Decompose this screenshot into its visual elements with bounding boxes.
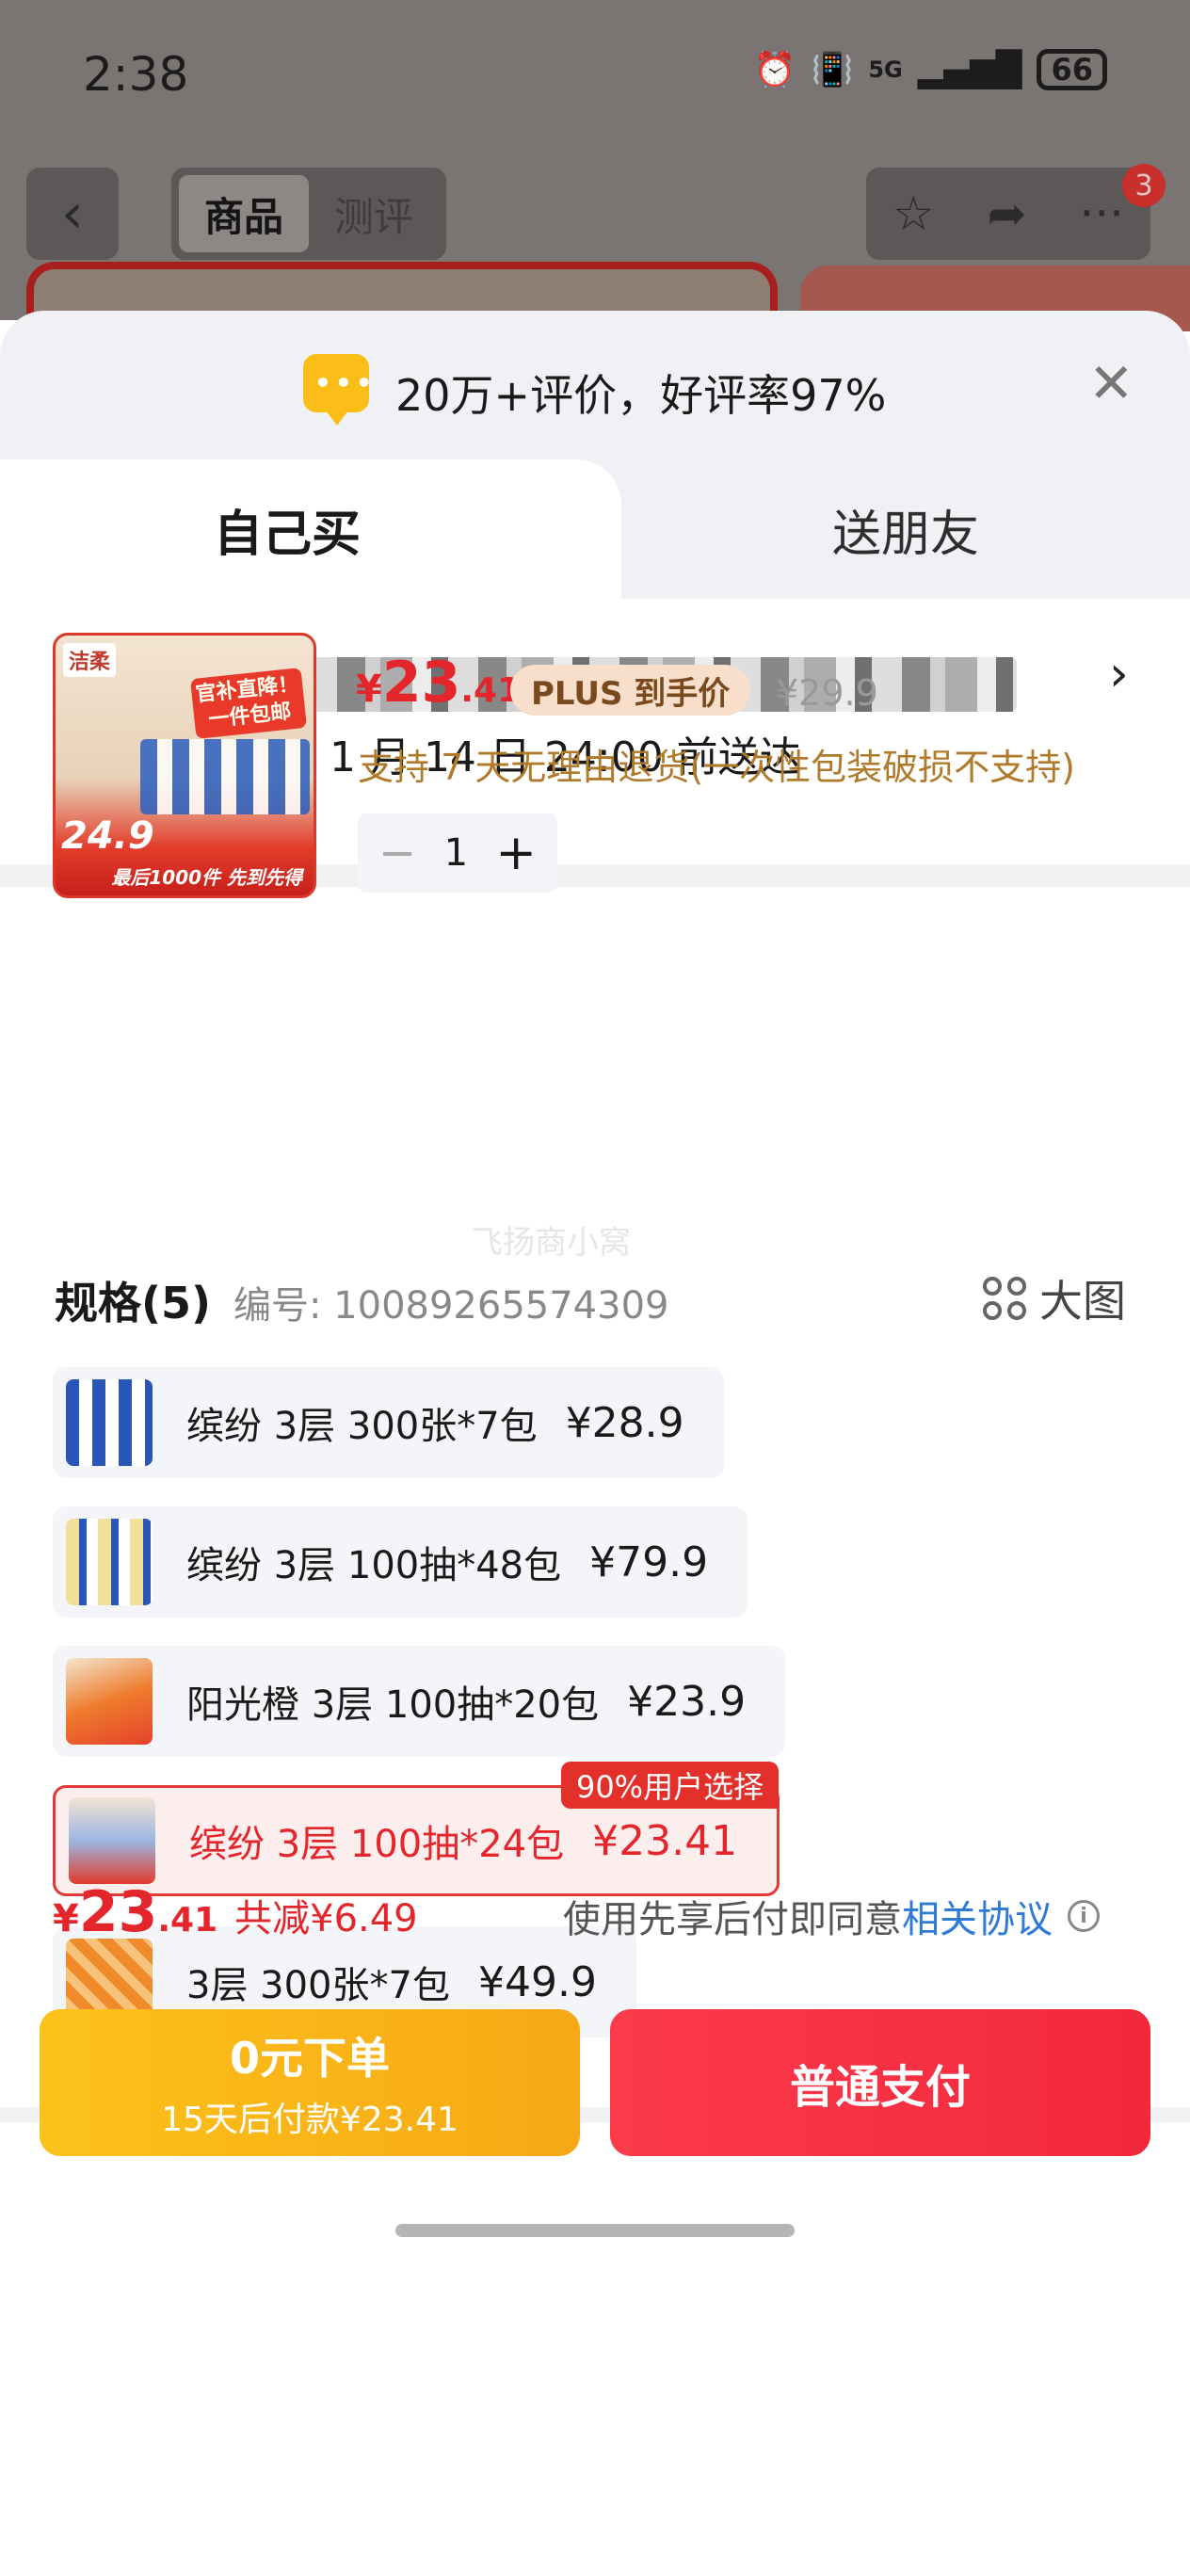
total-integer: 23 [78, 1879, 158, 1945]
product-code: 编号: 10089265574309 [233, 1284, 669, 1328]
total-symbol: ¥ [53, 1897, 79, 1940]
tab-gift-friend[interactable]: 送朋友 [621, 459, 1190, 599]
popular-choice-badge: 90%用户选择 [560, 1762, 780, 1809]
thumb-tag: 官补直降！一件包邮 [189, 668, 308, 739]
return-policy: 支持 7 天无理由退货(一次性包装破损不支持) [358, 747, 1075, 788]
signal-icon: ▂▄▆█ [917, 50, 1022, 89]
star-icon[interactable]: ☆ [892, 186, 935, 241]
spec-option-2[interactable]: 缤纷 3层 100抽*48包 ¥79.9 [53, 1506, 748, 1618]
pay-later-title: 0元下单 [229, 2033, 390, 2084]
price-symbol: ¥ [356, 668, 382, 711]
network-label: 5G [868, 56, 903, 83]
spec-name: 缤纷 3层 300张*7包 [186, 1405, 538, 1448]
plus-button[interactable]: + [495, 825, 537, 881]
total-decimal: .41 [157, 1901, 218, 1940]
spec-price: ¥49.9 [477, 1957, 597, 2006]
share-icon[interactable]: ➦ [988, 186, 1027, 241]
back-button[interactable]: ‹ [26, 168, 119, 260]
spec-thumb [66, 1519, 153, 1605]
pay-later-button[interactable]: 0元下单 15天后付款¥23.41 [40, 2009, 580, 2156]
spec-price: ¥23.9 [627, 1677, 747, 1726]
background-page: 2:38 ⏰ 📳 5G ▂▄▆█ 66 ‹ 商品 测评 ☆ ➦ ··· 3 [0, 0, 1190, 337]
spec-price: ¥23.41 [592, 1816, 738, 1865]
buy-mode-tabs: 自己买 送朋友 [0, 459, 1190, 599]
status-bar: 2:38 ⏰ 📳 5G ▂▄▆█ 66 [0, 0, 1190, 151]
spec-option-3[interactable]: 阳光橙 3层 100抽*20包 ¥23.9 [53, 1646, 786, 1757]
more-icon[interactable]: ··· [1079, 186, 1124, 241]
info-icon[interactable]: i [1068, 1900, 1100, 1932]
agreement: 使用先享后付即同意 相关协议 i [563, 1889, 1100, 1943]
spec-thumb [66, 1379, 153, 1466]
home-indicator[interactable] [395, 2224, 795, 2237]
original-price: ¥29.9 [776, 672, 878, 714]
grid-icon [983, 1277, 1026, 1320]
big-picture-label: 大图 [1039, 1276, 1126, 1327]
thumb-bottom: 最后1000件 先到先得 [111, 866, 302, 889]
spec-name: 阳光橙 3层 100抽*20包 [186, 1683, 600, 1727]
product-image[interactable]: 洁柔 官补直降！一件包邮 24.9 最后1000件 先到先得 [53, 633, 316, 898]
plus-badge: PLUS 到手价 [510, 665, 751, 716]
clock: 2:38 [83, 47, 189, 102]
rating-bar: ••• 20万+评价，好评率97% ✕ [0, 311, 1190, 459]
minus-button[interactable]: − [378, 827, 416, 879]
spec-name: 缤纷 3层 100抽*48包 [186, 1544, 562, 1587]
notification-badge: 3 [1122, 164, 1166, 207]
product-price: ¥23.41 [356, 650, 521, 716]
purchase-sheet: ••• 20万+评价，好评率97% ✕ 自己买 送朋友 › 快递运输 预计 1 … [0, 311, 1190, 2576]
agreement-prefix: 使用先享后付即同意 [563, 1898, 902, 1941]
normal-pay-button[interactable]: 普通支付 [610, 2009, 1150, 2156]
spec-name: 3层 300张*7包 [186, 1964, 450, 2007]
spec-thumb [66, 1658, 153, 1745]
pay-later-subtitle: 15天后付款¥23.41 [161, 2101, 458, 2139]
spec-option-1[interactable]: 缤纷 3层 300张*7包 ¥28.9 [53, 1367, 724, 1478]
thumb-brand: 洁柔 [63, 643, 117, 677]
thumb-price: 24.9 [61, 814, 154, 858]
big-picture-toggle[interactable]: 大图 [983, 1267, 1126, 1329]
total-price: ¥23.41 共减¥6.49 [53, 1879, 418, 1945]
quantity-value[interactable]: 1 [444, 831, 468, 875]
quantity-stepper: − 1 + [358, 813, 557, 893]
close-icon[interactable]: ✕ [1088, 356, 1134, 411]
background-actions: ☆ ➦ ··· [866, 168, 1150, 260]
tab-buy-self[interactable]: 自己买 [0, 459, 621, 599]
spec-price: ¥28.9 [565, 1398, 684, 1447]
alarm-icon: ⏰ [753, 51, 796, 89]
spec-title: 规格(5) [55, 1278, 212, 1328]
chevron-right-icon: › [1109, 646, 1129, 702]
agreement-link[interactable]: 相关协议 [902, 1889, 1053, 1943]
tab-product[interactable]: 商品 [179, 175, 309, 252]
tab-review[interactable]: 测评 [309, 175, 439, 252]
chat-bubble-icon: ••• [303, 354, 373, 426]
total-reduction: 共减¥6.49 [234, 1897, 418, 1940]
watermark: 飞扬商小窝 [471, 1224, 631, 1262]
status-icons: ⏰ 📳 5G ▂▄▆█ 66 [754, 49, 1107, 90]
vibrate-icon: 📳 [811, 51, 854, 89]
spec-name: 缤纷 3层 100抽*24包 [189, 1823, 565, 1866]
spec-price: ¥79.9 [589, 1538, 709, 1586]
price-main: ¥23.41 [356, 650, 521, 716]
thumb-packs [140, 739, 310, 814]
battery-icon: 66 [1037, 49, 1107, 90]
price-integer: 23 [381, 650, 461, 716]
spec-thumb [69, 1797, 155, 1884]
background-tabs: 商品 测评 [171, 168, 446, 260]
rating-summary: 20万+评价，好评率97% [395, 370, 887, 421]
